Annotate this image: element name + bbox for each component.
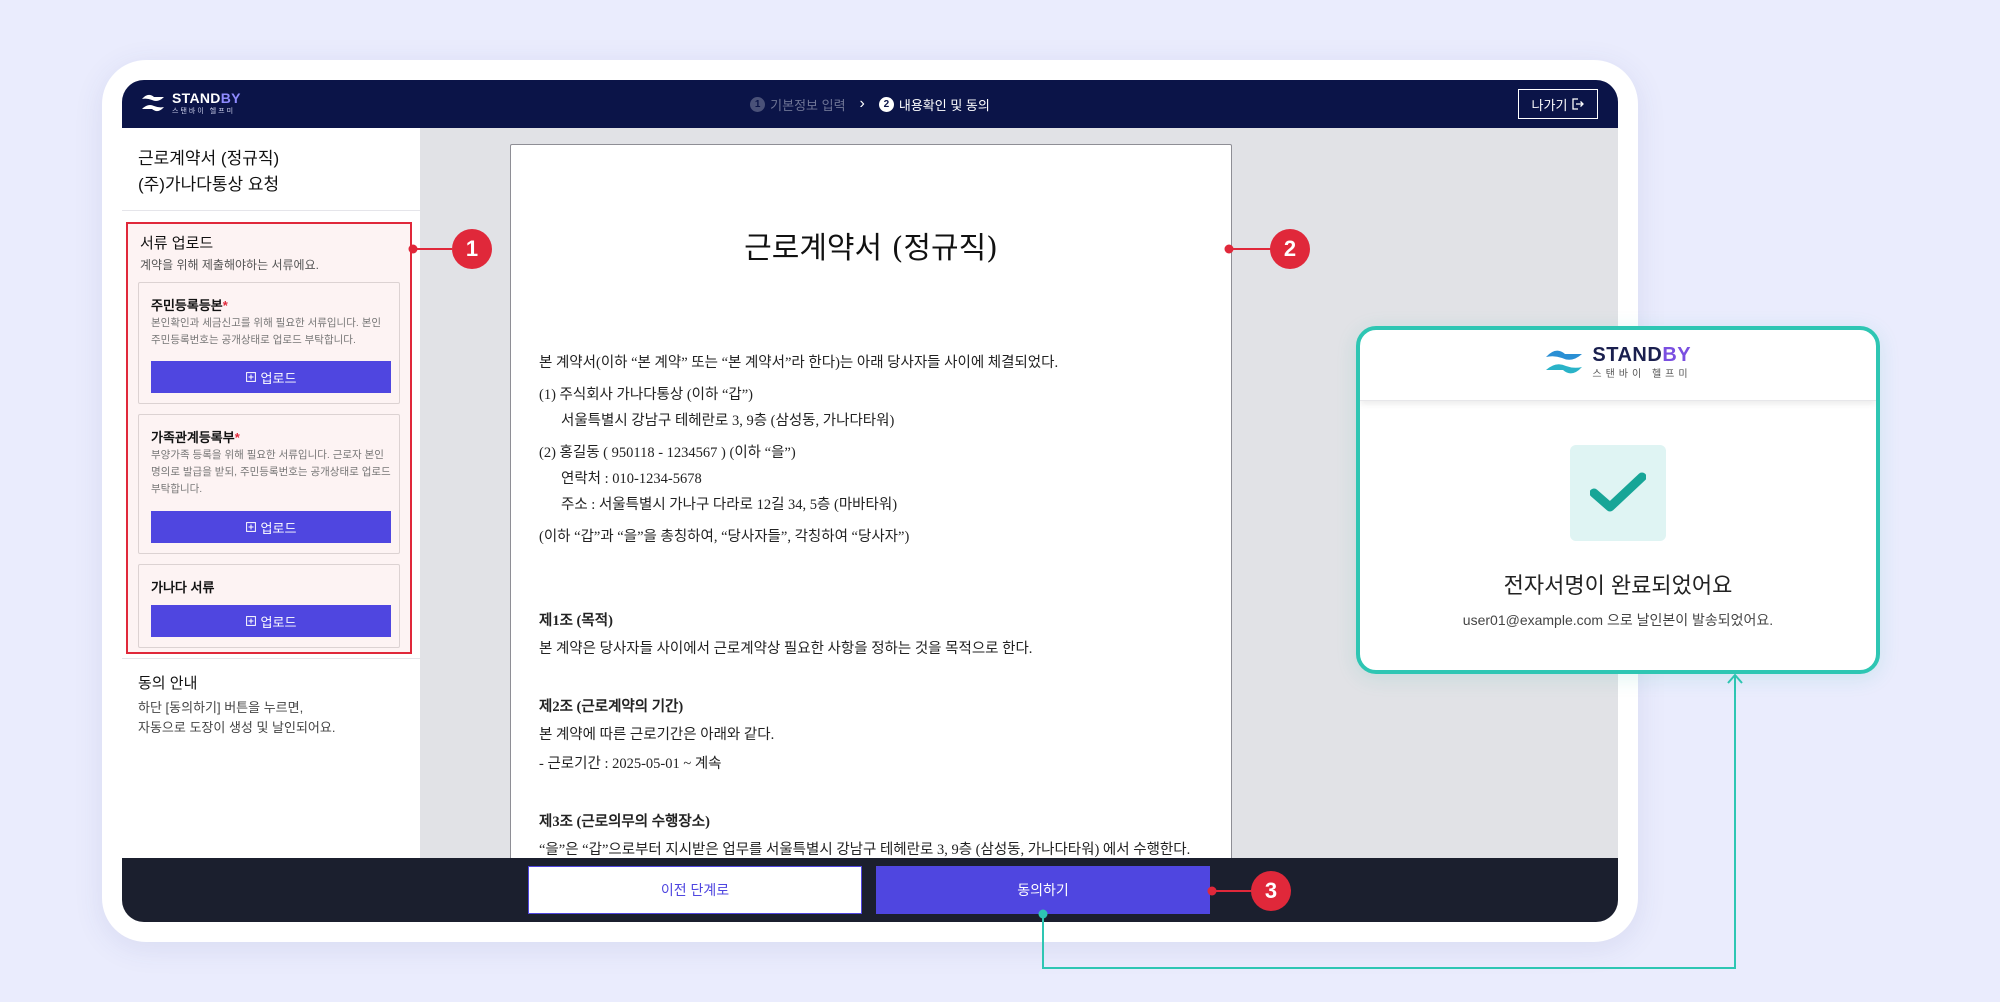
- card-header: STANDBY 스탠바이 헬프미: [1360, 330, 1876, 401]
- standby-logo: STANDBY 스탠바이 헬프미: [1360, 344, 1876, 380]
- flow-connector-line: [1042, 676, 1736, 969]
- logo-text-by: BY: [1662, 343, 1692, 366]
- completion-message: user01@example.com 으로 날인본이 발송되었어요.: [1462, 612, 1774, 628]
- callout-1-dot: [408, 244, 418, 254]
- standby-logo-icon: [1546, 350, 1583, 374]
- signature-complete-card: STANDBY 스탠바이 헬프미 전자서명이 완료되었어요 user01@exa…: [1356, 326, 1880, 674]
- checkmark-icon: [1590, 472, 1646, 512]
- logo-text-stand: STAND: [1592, 343, 1663, 366]
- callout-badge-1: 1: [452, 229, 492, 269]
- callout-badge-2: 2: [1270, 229, 1310, 269]
- callout-2-dot: [1224, 244, 1234, 254]
- success-check-badge: [1570, 445, 1666, 541]
- callout-badge-3: 3: [1251, 871, 1291, 911]
- callout-3-dot: [1207, 886, 1217, 896]
- flow-connector-dot: [1038, 909, 1048, 919]
- logo-subtitle: 스탠바이 헬프미: [1592, 368, 1692, 380]
- completion-title: 전자서명이 완료되었어요: [1503, 573, 1733, 598]
